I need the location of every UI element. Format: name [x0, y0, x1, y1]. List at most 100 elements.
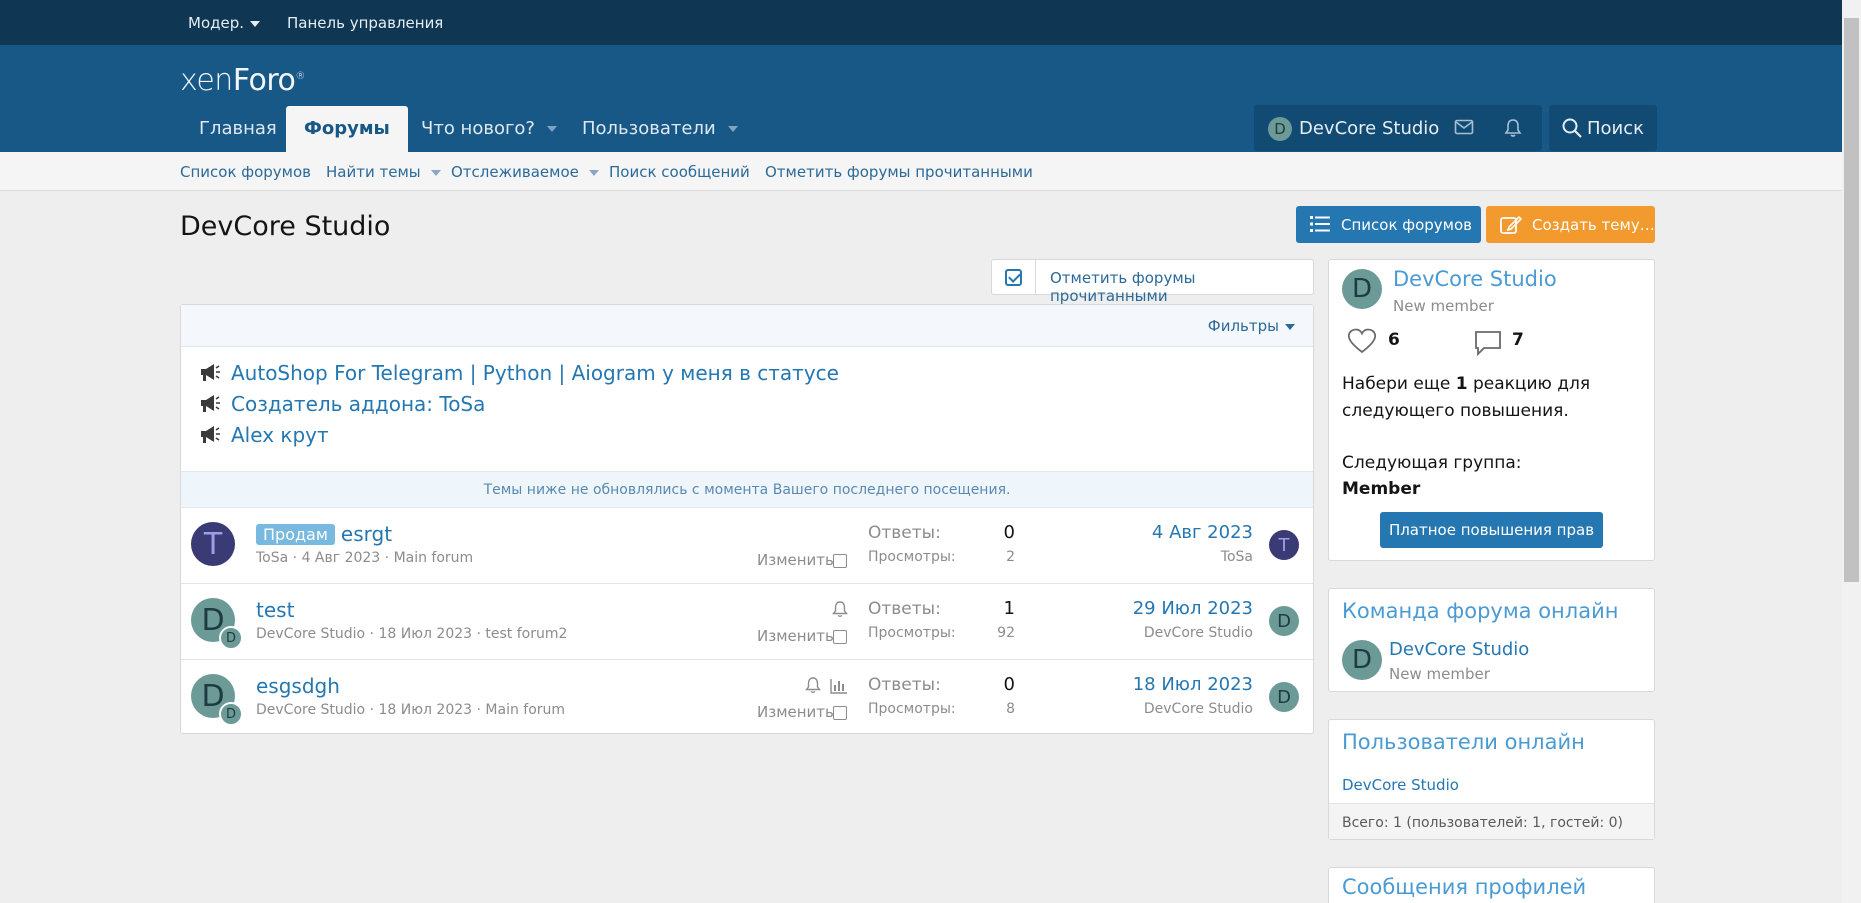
moderator-menu[interactable]: Модер.	[188, 14, 261, 32]
views-label: Просмотры:	[868, 701, 956, 717]
thread-title[interactable]: test	[256, 598, 294, 622]
paid-upgrade-button[interactable]: Платное повышения прав	[1380, 512, 1603, 548]
views-count: 8	[1006, 701, 1015, 717]
search-icon	[1561, 117, 1583, 144]
search-button[interactable]: Поиск	[1549, 105, 1657, 151]
subnav-find-threads[interactable]: Найти темы	[326, 163, 441, 181]
staff-member-name[interactable]: DevCore Studio	[1389, 639, 1529, 660]
last-post-date[interactable]: 18 Июл 2023	[1133, 674, 1253, 695]
subnav-search-messages[interactable]: Поиск сообщений	[609, 163, 750, 181]
unread-notice: Темы ниже не обновлялись с момента Вашег…	[181, 471, 1313, 508]
megaphone-icon	[197, 362, 221, 387]
avatar[interactable]: D	[1269, 682, 1299, 712]
edit-link[interactable]: Изменить	[757, 703, 834, 721]
avatar[interactable]: D	[219, 626, 243, 650]
comment-icon	[1474, 330, 1502, 360]
reaction-count: 6	[1388, 330, 1400, 350]
select-checkbox[interactable]	[833, 630, 847, 644]
replies-count: 1	[1003, 598, 1015, 619]
views-count: 2	[1006, 549, 1015, 565]
avatar[interactable]: D	[1342, 640, 1382, 680]
replies-label: Ответы:	[868, 675, 941, 695]
chevron-down-icon	[430, 169, 441, 176]
users-online-block: Пользователи онлайн DevCore Studio Всего…	[1328, 719, 1655, 840]
replies-label: Ответы:	[868, 599, 941, 619]
tab-whats-new[interactable]: Что нового?	[403, 106, 575, 152]
forum-list-button[interactable]: Список форумов	[1296, 206, 1481, 243]
sub-navigation: Список форумов Найти темы Отслеживаемое …	[0, 152, 1842, 191]
select-checkbox[interactable]	[833, 554, 847, 568]
subnav-forum-list[interactable]: Список форумов	[180, 163, 311, 181]
scrollbar-thumb[interactable]	[1844, 18, 1859, 582]
sticky-thread[interactable]: Alex крут	[197, 423, 329, 449]
sticky-thread[interactable]: AutoShop For Telegram | Python | Aiogram…	[197, 361, 839, 387]
thread-title[interactable]: Продам esrgt	[256, 522, 392, 546]
page-title: DevCore Studio	[180, 211, 391, 242]
site-logo[interactable]: xenForo®	[180, 63, 305, 98]
create-thread-button[interactable]: Создать тему…	[1486, 206, 1655, 243]
heart-icon	[1347, 328, 1377, 358]
replies-label: Ответы:	[868, 523, 941, 543]
member-name[interactable]: DevCore Studio	[1393, 267, 1557, 291]
select-checkbox[interactable]	[833, 706, 847, 720]
replies-count: 0	[1003, 522, 1015, 543]
avatar[interactable]: T	[191, 522, 235, 566]
chevron-down-icon	[1285, 323, 1295, 330]
staff-member-title: New member	[1389, 665, 1490, 683]
views-label: Просмотры:	[868, 625, 956, 641]
avatar[interactable]: T	[1269, 530, 1299, 560]
staff-online-block: Команда форума онлайн D DevCore Studio N…	[1328, 588, 1655, 692]
tab-home[interactable]: Главная	[181, 106, 295, 152]
views-count: 92	[997, 625, 1015, 641]
last-post-user[interactable]: DevCore Studio	[1144, 625, 1253, 641]
filters-dropdown[interactable]: Фильтры	[1208, 317, 1295, 335]
table-row: T Продам esrgt ToSa · 4 Авг 2023 · Main f…	[181, 508, 1313, 584]
tab-members[interactable]: Пользователи	[564, 106, 756, 152]
table-row: D D test DevCore Studio · 18 Июл 2023 · …	[181, 584, 1313, 660]
replies-count: 0	[1003, 674, 1015, 695]
edit-link[interactable]: Изменить	[757, 551, 834, 569]
message-count: 7	[1512, 330, 1524, 350]
tab-forums[interactable]: Форумы	[286, 106, 408, 152]
mark-forums-read-button[interactable]: Отметить форумы прочитанными	[1050, 269, 1313, 305]
scrollbar[interactable]	[1842, 0, 1861, 903]
profile-posts-block: Сообщения профилей	[1328, 867, 1655, 903]
poll-chart-icon	[830, 678, 848, 698]
last-post-date[interactable]: 29 Июл 2023	[1133, 598, 1253, 619]
block-heading: Команда форума онлайн	[1342, 599, 1619, 623]
thread-meta: DevCore Studio · 18 Июл 2023 · Main foru…	[256, 702, 566, 718]
avatar[interactable]: D	[219, 702, 243, 726]
chevron-down-icon	[588, 169, 599, 176]
edit-link[interactable]: Изменить	[757, 627, 834, 645]
bell-icon	[832, 600, 848, 622]
last-post-user[interactable]: DevCore Studio	[1144, 701, 1253, 717]
avatar: D	[1268, 117, 1292, 141]
thread-title[interactable]: esgsdgh	[256, 674, 340, 698]
mark-read-checkbox[interactable]	[992, 260, 1036, 294]
envelope-icon[interactable]	[1454, 118, 1474, 140]
checkbox-checked-icon	[1005, 269, 1022, 286]
megaphone-icon	[197, 393, 221, 418]
last-post-date[interactable]: 4 Авг 2023	[1152, 522, 1253, 543]
thread-prefix: Продам	[256, 524, 335, 545]
block-heading: Пользователи онлайн	[1342, 730, 1585, 754]
mark-forums-read-bar: Отметить форумы прочитанными	[991, 259, 1314, 305]
megaphone-icon	[197, 424, 221, 449]
bell-icon	[805, 676, 821, 698]
member-stats-block: D DevCore Studio New member 6 7 Набери е…	[1328, 259, 1655, 561]
online-user-link[interactable]: DevCore Studio	[1342, 776, 1459, 794]
subnav-watched[interactable]: Отслеживаемое	[451, 163, 599, 181]
list-icon	[1310, 215, 1330, 237]
visitor-tabs: D DevCore Studio	[1254, 105, 1542, 151]
sticky-thread[interactable]: Создатель аддона: ToSa	[197, 392, 485, 418]
thread-list: Фильтры AutoShop For Telegram | Python |…	[180, 304, 1314, 734]
last-post-user[interactable]: ToSa	[1221, 549, 1253, 565]
bell-icon[interactable]	[1504, 118, 1522, 142]
control-panel-link[interactable]: Панель управления	[287, 14, 443, 32]
avatar[interactable]: D	[1342, 269, 1382, 309]
chevron-down-icon	[547, 126, 557, 132]
subnav-mark-read[interactable]: Отметить форумы прочитанными	[765, 163, 1033, 181]
staff-bar: Модер. Панель управления	[0, 0, 1842, 45]
avatar[interactable]: D	[1269, 606, 1299, 636]
site-header: xenForo® Главная Форумы Что нового? Поль…	[0, 45, 1842, 152]
